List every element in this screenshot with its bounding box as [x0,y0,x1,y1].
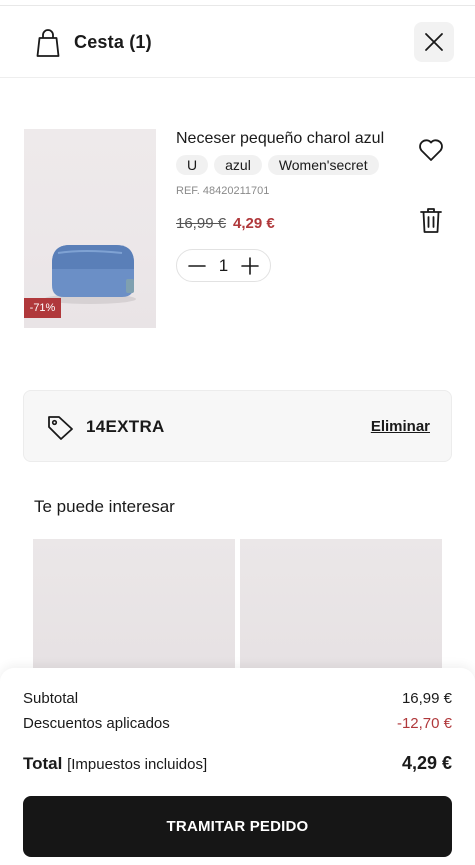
total-label: Total [23,754,68,773]
close-icon [425,33,443,51]
order-summary: Subtotal 16,99 € Descuentos aplicados -1… [0,668,475,865]
decrease-quantity-button[interactable] [187,256,207,276]
discount-badge: -71% [24,298,61,318]
shopping-bag-icon [36,29,60,57]
applied-coupon: 14EXTRA Eliminar [23,390,452,462]
total-label-group: Total [Impuestos incluidos] [23,754,207,774]
attribute-brand-chip: Women'secret [267,155,379,175]
product-name[interactable]: Neceser pequeño charol azul [176,130,384,148]
total-tax-note: [Impuestos incluidos] [67,756,208,773]
original-price: 16,99 € [176,215,227,232]
discounts-value: -12,70 € [396,715,452,732]
product-attributes: U azul Women'secret [176,155,379,175]
cart-title: Cesta (1) [74,32,152,52]
recommendation-card[interactable] [33,539,235,679]
minus-icon [188,264,206,267]
plus-icon [241,256,259,275]
tag-icon [48,416,73,440]
quantity-value: 1 [218,255,229,275]
recommendation-card[interactable] [240,539,442,679]
attribute-color-chip: azul [214,155,262,175]
total-value: 4,29 € [401,753,452,773]
trash-icon[interactable] [419,206,443,234]
subtotal-row: Subtotal 16,99 € [23,690,452,707]
current-price: 4,29 € [233,215,275,232]
quantity-stepper: 1 [176,249,271,282]
heart-icon[interactable] [418,138,444,162]
close-button[interactable] [414,22,454,62]
total-row: Total [Impuestos incluidos] 4,29 € [23,753,452,774]
subtotal-value: 16,99 € [401,690,452,707]
attribute-size-chip: U [176,155,209,175]
subtotal-label: Subtotal [23,690,79,707]
cart-header: Cesta (1) [0,6,475,78]
product-reference: REF. 48420211701 [176,185,270,197]
recommendations-title: Te puede interesar [34,497,175,516]
discounts-row: Descuentos aplicados -12,70 € [23,715,452,732]
discounts-label: Descuentos aplicados [23,715,170,732]
coupon-code: 14EXTRA [86,417,165,436]
increase-quantity-button[interactable] [240,256,260,276]
remove-coupon-link[interactable]: Eliminar [371,418,430,435]
checkout-button[interactable]: TRAMITAR PEDIDO [23,796,452,857]
